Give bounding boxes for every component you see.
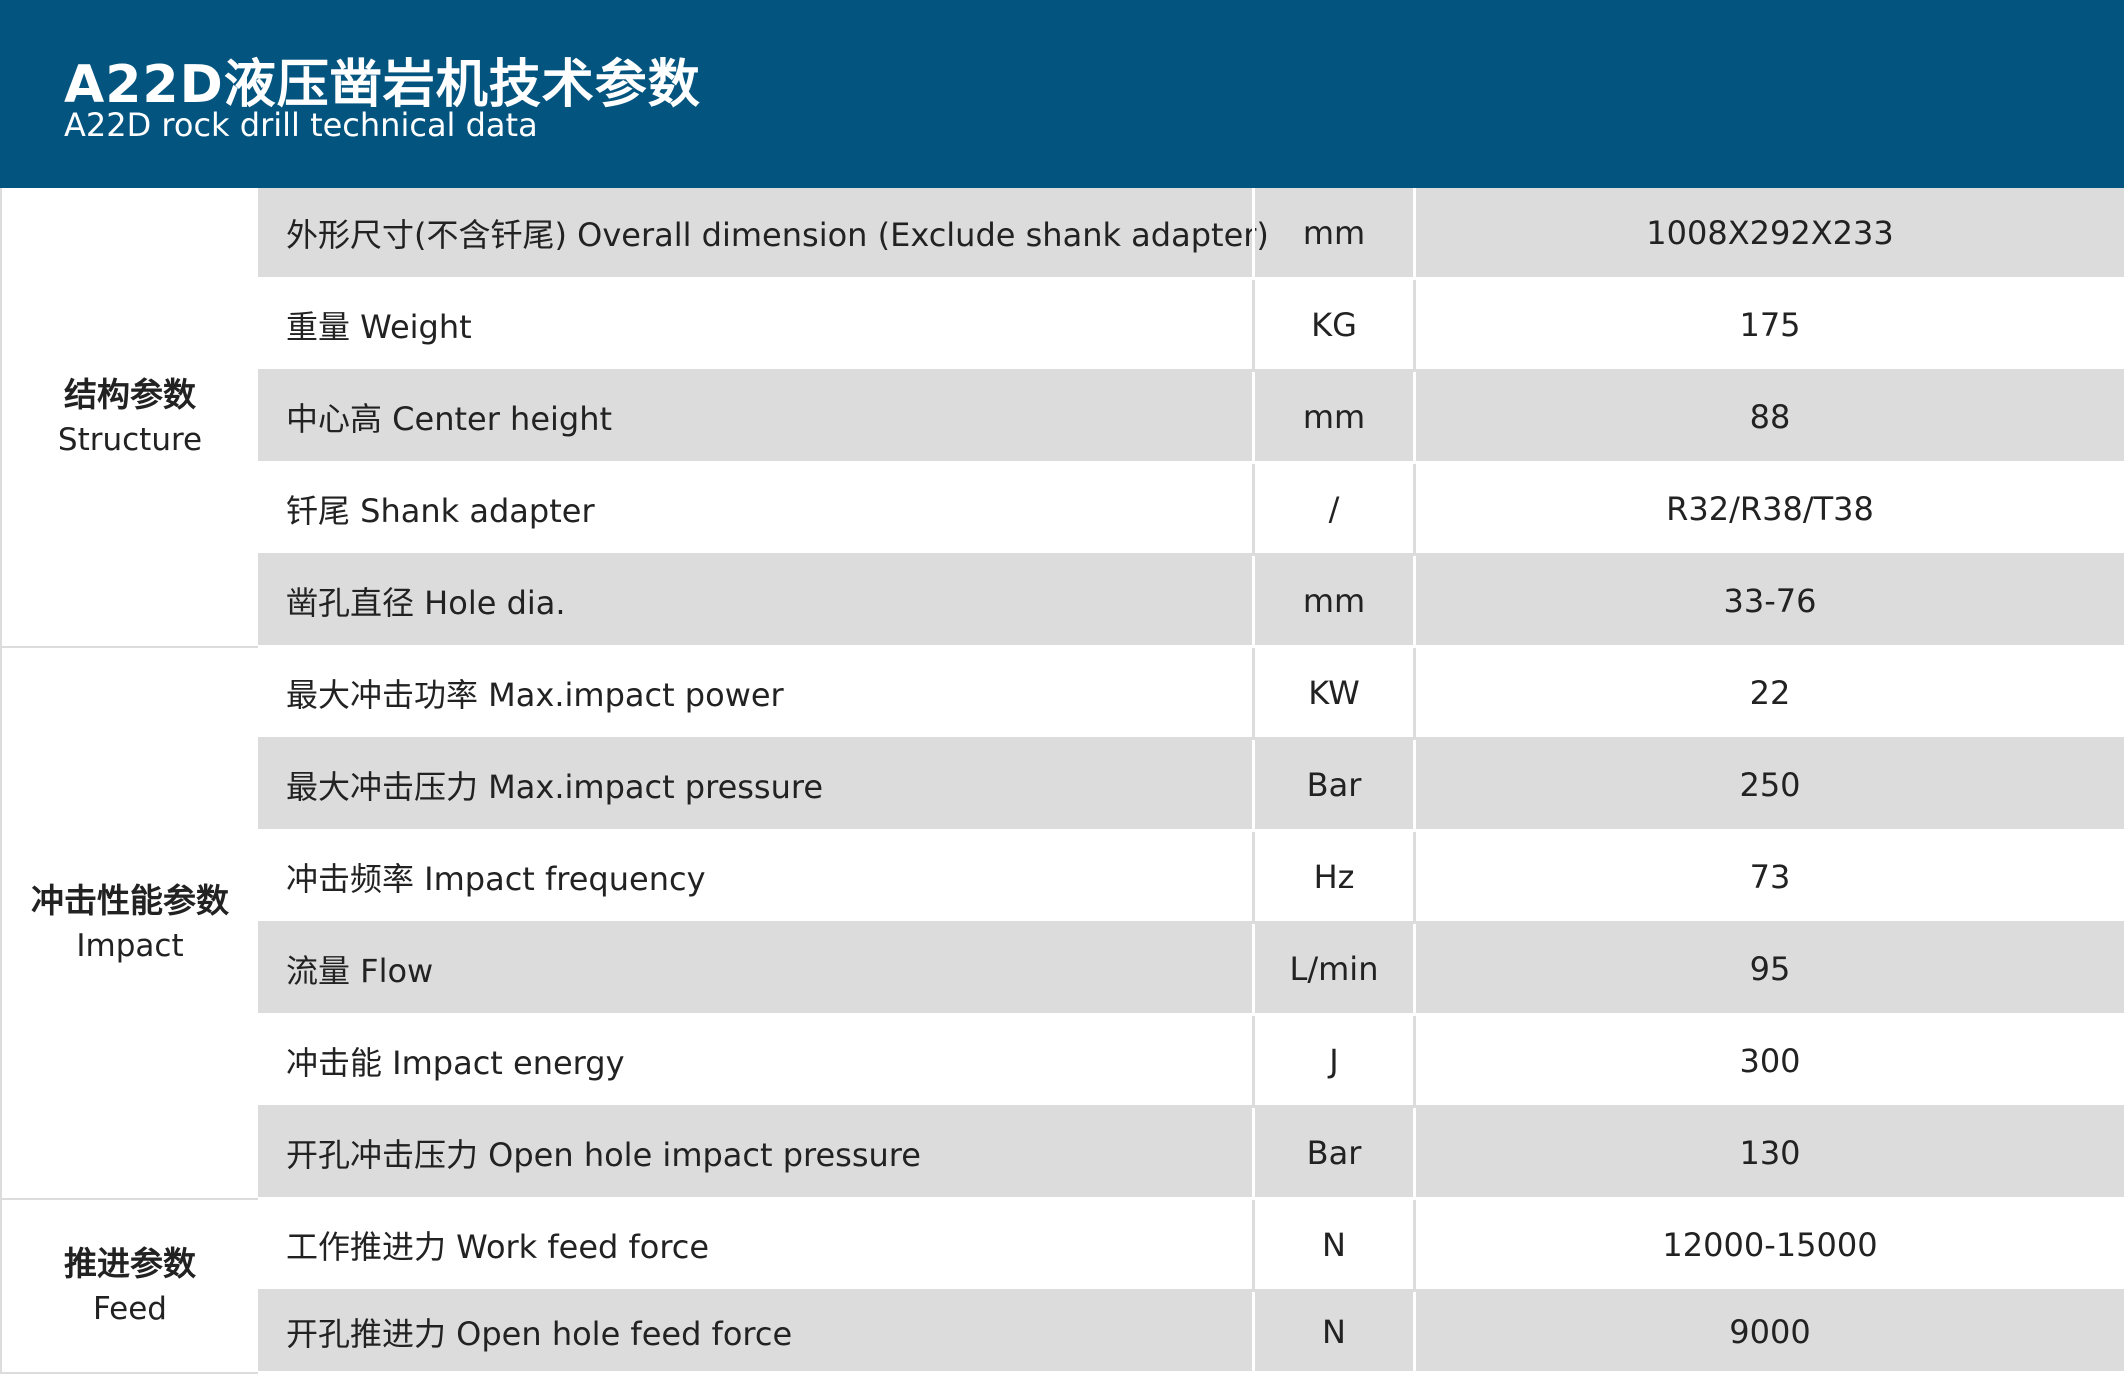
- param-value: 33-76: [1723, 581, 1817, 620]
- param-value: 300: [1739, 1041, 1801, 1080]
- table-row: 开孔冲击压力 Open hole impact pressure Bar 130: [258, 1108, 2124, 1200]
- param-value: 22: [1749, 673, 1791, 712]
- param-value: 1008X292X233: [1646, 213, 1894, 252]
- group-label-cn: 冲击性能参数: [31, 881, 229, 920]
- group-label-cn: 推进参数: [64, 1244, 196, 1283]
- param-value: R32/R38/T38: [1666, 489, 1874, 528]
- table-row: 冲击能 Impact energy J 300: [258, 1016, 2124, 1108]
- param-value: 88: [1749, 397, 1791, 436]
- spec-table: 结构参数 Structure 外形尺寸(不含钎尾) Overall dimens…: [0, 188, 2124, 1374]
- param-name: 最大冲击功率 Max.impact power: [286, 675, 784, 714]
- param-value: 95: [1749, 949, 1791, 988]
- param-value: 9000: [1729, 1312, 1811, 1351]
- param-name: 中心高 Center height: [286, 399, 613, 438]
- param-name: 冲击频率 Impact frequency: [286, 859, 706, 898]
- param-unit: Bar: [1252, 740, 1416, 829]
- param-name: 最大冲击压力 Max.impact pressure: [286, 767, 824, 806]
- table-row: 凿孔直径 Hole dia. mm 33-76: [258, 556, 2124, 648]
- spec-sheet: A22D液压凿岩机技术参数 A22D rock drill technical …: [0, 0, 2124, 1374]
- table-row: 最大冲击功率 Max.impact power KW 22: [258, 648, 2124, 740]
- param-unit: KW: [1252, 648, 1416, 737]
- table-row: 重量 Weight KG 175: [258, 280, 2124, 372]
- param-value: 250: [1739, 765, 1801, 804]
- param-name: 工作推进力 Work feed force: [286, 1227, 710, 1266]
- table-row: 冲击频率 Impact frequency Hz 73: [258, 832, 2124, 924]
- param-name: 重量 Weight: [286, 307, 472, 346]
- param-name: 外形尺寸(不含钎尾) Overall dimension (Exclude sh…: [286, 215, 1269, 254]
- param-value: 130: [1739, 1133, 1801, 1172]
- param-name: 流量 Flow: [286, 951, 434, 990]
- group-label-cn: 结构参数: [64, 375, 196, 414]
- param-unit: mm: [1252, 188, 1416, 277]
- table-row: 钎尾 Shank adapter / R32/R38/T38: [258, 464, 2124, 556]
- table-row: 中心高 Center height mm 88: [258, 372, 2124, 464]
- param-unit: KG: [1252, 280, 1416, 369]
- param-unit: mm: [1252, 556, 1416, 645]
- group-label-en: Feed: [93, 1291, 167, 1327]
- group-feed: 推进参数 Feed: [0, 1200, 258, 1374]
- param-unit: /: [1252, 464, 1416, 553]
- group-structure: 结构参数 Structure: [0, 188, 258, 648]
- group-label-en: Impact: [76, 928, 184, 964]
- param-value: 175: [1739, 305, 1801, 344]
- table-row: 流量 Flow L/min 95: [258, 924, 2124, 1016]
- param-unit: L/min: [1252, 924, 1416, 1013]
- param-name: 冲击能 Impact energy: [286, 1043, 625, 1082]
- header-banner: A22D液压凿岩机技术参数 A22D rock drill technical …: [0, 0, 2124, 188]
- param-value: 12000-15000: [1662, 1225, 1878, 1264]
- param-unit: J: [1252, 1016, 1416, 1105]
- table-row: 开孔推进力 Open hole feed force N 9000: [258, 1292, 2124, 1374]
- param-unit: Bar: [1252, 1108, 1416, 1197]
- table-row: 最大冲击压力 Max.impact pressure Bar 250: [258, 740, 2124, 832]
- param-unit: N: [1252, 1200, 1416, 1289]
- param-name: 钎尾 Shank adapter: [286, 491, 595, 530]
- param-value: 73: [1749, 857, 1791, 896]
- table-row: 工作推进力 Work feed force N 12000-15000: [258, 1200, 2124, 1292]
- param-unit: N: [1252, 1292, 1416, 1371]
- param-unit: mm: [1252, 372, 1416, 461]
- param-name: 凿孔直径 Hole dia.: [286, 583, 566, 622]
- group-label-en: Structure: [57, 422, 203, 458]
- param-name: 开孔推进力 Open hole feed force: [286, 1314, 793, 1353]
- param-unit: Hz: [1252, 832, 1416, 921]
- param-name: 开孔冲击压力 Open hole impact pressure: [286, 1135, 921, 1174]
- table-row: 外形尺寸(不含钎尾) Overall dimension (Exclude sh…: [258, 188, 2124, 280]
- group-impact: 冲击性能参数 Impact: [0, 648, 258, 1200]
- page-subtitle: A22D rock drill technical data: [64, 106, 538, 144]
